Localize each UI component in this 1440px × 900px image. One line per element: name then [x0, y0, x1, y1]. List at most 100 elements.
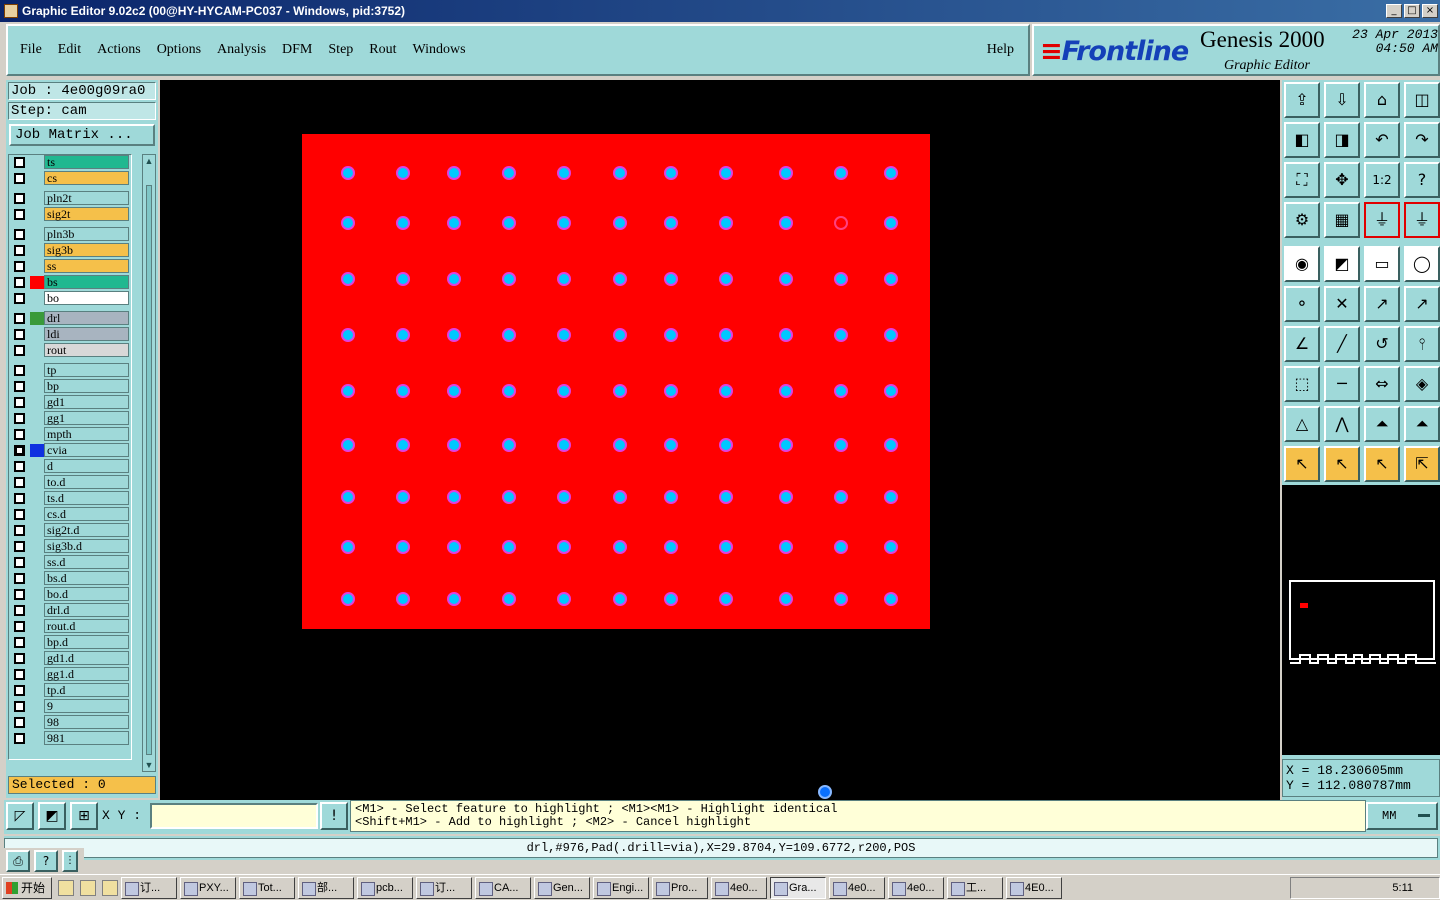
- move-pad-icon[interactable]: ⬚: [1284, 366, 1320, 402]
- add-pad-icon[interactable]: ◉: [1284, 246, 1320, 282]
- layer-name[interactable]: ss: [44, 259, 129, 273]
- layer-checkbox[interactable]: [14, 653, 25, 664]
- taskbar-item[interactable]: 订...: [416, 876, 472, 899]
- layer-name[interactable]: rout.d: [44, 619, 129, 633]
- layer-name[interactable]: gd1: [44, 395, 129, 409]
- via-pad[interactable]: [719, 490, 733, 504]
- layer-row[interactable]: to.d: [9, 475, 131, 489]
- taskbar-item[interactable]: Engi...: [593, 876, 649, 899]
- via-pad[interactable]: [884, 438, 898, 452]
- pan-left-icon[interactable]: ◧: [1284, 122, 1320, 158]
- line-icon[interactable]: ╱: [1324, 326, 1360, 362]
- layer-color-swatch[interactable]: [30, 244, 44, 257]
- layer-row[interactable]: bo: [9, 291, 131, 305]
- layer-props2-icon[interactable]: ⏚: [1404, 202, 1440, 238]
- layer-row[interactable]: cvia: [9, 443, 131, 457]
- delete-icon[interactable]: ✕: [1324, 286, 1360, 322]
- layer-color-swatch[interactable]: [30, 668, 44, 681]
- layer-name[interactable]: bs: [44, 275, 129, 289]
- layer-row[interactable]: ts.d: [9, 491, 131, 505]
- menu-analysis[interactable]: Analysis: [217, 42, 266, 58]
- layer-row[interactable]: drl.d: [9, 603, 131, 617]
- layer-row[interactable]: pln2t: [9, 191, 131, 205]
- quicklaunch-icon-3[interactable]: [102, 879, 118, 896]
- layer-checkbox[interactable]: [14, 429, 25, 440]
- via-pad[interactable]: [719, 328, 733, 342]
- layer-checkbox[interactable]: [14, 541, 25, 552]
- via-pad[interactable]: [664, 384, 678, 398]
- via-pad[interactable]: [341, 272, 355, 286]
- copy-icon[interactable]: ↗: [1404, 286, 1440, 322]
- via-pad[interactable]: [834, 490, 848, 504]
- layout-icon[interactable]: ◫: [1404, 82, 1440, 118]
- layer-color-swatch[interactable]: [30, 492, 44, 505]
- overview-window[interactable]: [1282, 485, 1440, 755]
- snap-settings-icon[interactable]: ⚙: [1284, 202, 1320, 238]
- home-icon[interactable]: ⌂: [1364, 82, 1400, 118]
- layer-row[interactable]: tp.d: [9, 683, 131, 697]
- taskbar-item[interactable]: 4E0...: [1006, 876, 1062, 899]
- layer-checkbox[interactable]: [14, 209, 25, 220]
- taskbar-item[interactable]: CA...: [475, 876, 531, 899]
- surface-icon[interactable]: ⏶: [1364, 406, 1400, 442]
- layer-checkbox[interactable]: [14, 365, 25, 376]
- printer-icon[interactable]: ⎙: [6, 850, 30, 872]
- layer-checkbox[interactable]: [14, 313, 25, 324]
- via-pad[interactable]: [557, 540, 571, 554]
- via-pad[interactable]: [613, 328, 627, 342]
- via-pad[interactable]: [664, 490, 678, 504]
- start-button[interactable]: 开始: [2, 876, 52, 899]
- layer-row[interactable]: bs: [9, 275, 131, 289]
- layer-row[interactable]: drl: [9, 311, 131, 325]
- layer-checkbox[interactable]: [14, 589, 25, 600]
- via-pad[interactable]: [834, 328, 848, 342]
- layer-color-swatch[interactable]: [30, 156, 44, 169]
- layer-row[interactable]: sig2t.d: [9, 523, 131, 537]
- layer-row[interactable]: ts: [9, 155, 131, 169]
- layer-color-swatch[interactable]: [30, 476, 44, 489]
- layer-color-swatch[interactable]: [30, 716, 44, 729]
- via-pad[interactable]: [719, 438, 733, 452]
- layer-checkbox[interactable]: [14, 345, 25, 356]
- layer-name[interactable]: gg1.d: [44, 667, 129, 681]
- via-pad-highlighted[interactable]: [834, 216, 848, 230]
- taskbar-item[interactable]: Tot...: [239, 876, 295, 899]
- taskbar-item[interactable]: PXY...: [180, 876, 236, 899]
- via-pad[interactable]: [396, 328, 410, 342]
- layer-color-swatch[interactable]: [30, 620, 44, 633]
- layer-name[interactable]: tp: [44, 363, 129, 377]
- via-pad[interactable]: [502, 384, 516, 398]
- via-pad[interactable]: [396, 438, 410, 452]
- via-pad[interactable]: [884, 384, 898, 398]
- arc-icon[interactable]: ↺: [1364, 326, 1400, 362]
- via-pad[interactable]: [396, 272, 410, 286]
- layer-color-swatch[interactable]: [30, 208, 44, 221]
- layer-checkbox[interactable]: [14, 573, 25, 584]
- via-pad[interactable]: [502, 166, 516, 180]
- layer-name[interactable]: ts.d: [44, 491, 129, 505]
- layer-row[interactable]: gg1: [9, 411, 131, 425]
- layer-name[interactable]: drl.d: [44, 603, 129, 617]
- layer-name[interactable]: pln2t: [44, 191, 129, 205]
- via-pad[interactable]: [341, 328, 355, 342]
- layer-row[interactable]: gd1: [9, 395, 131, 409]
- layer-name[interactable]: cs.d: [44, 507, 129, 521]
- menu-windows[interactable]: Windows: [413, 42, 466, 58]
- layer-color-swatch[interactable]: [30, 364, 44, 377]
- grid-icon[interactable]: ⊞: [70, 802, 98, 830]
- scroll-thumb[interactable]: [146, 185, 152, 755]
- via-pad[interactable]: [396, 540, 410, 554]
- via-pad[interactable]: [613, 438, 627, 452]
- layer-color-swatch[interactable]: [30, 588, 44, 601]
- query-icon[interactable]: ?: [1404, 162, 1440, 198]
- taskbar-item[interactable]: Gen...: [534, 876, 590, 899]
- graphic-canvas[interactable]: [160, 80, 1280, 800]
- layer-color-swatch[interactable]: [30, 684, 44, 697]
- layer-row[interactable]: tp: [9, 363, 131, 377]
- pan-right-icon[interactable]: ◨: [1324, 122, 1360, 158]
- via-pad[interactable]: [664, 540, 678, 554]
- layer-color-swatch[interactable]: [30, 344, 44, 357]
- transform-icon[interactable]: ◈: [1404, 366, 1440, 402]
- layer-scrollbar[interactable]: ▲ ▼: [142, 154, 156, 772]
- polygon-icon[interactable]: ⋀: [1324, 406, 1360, 442]
